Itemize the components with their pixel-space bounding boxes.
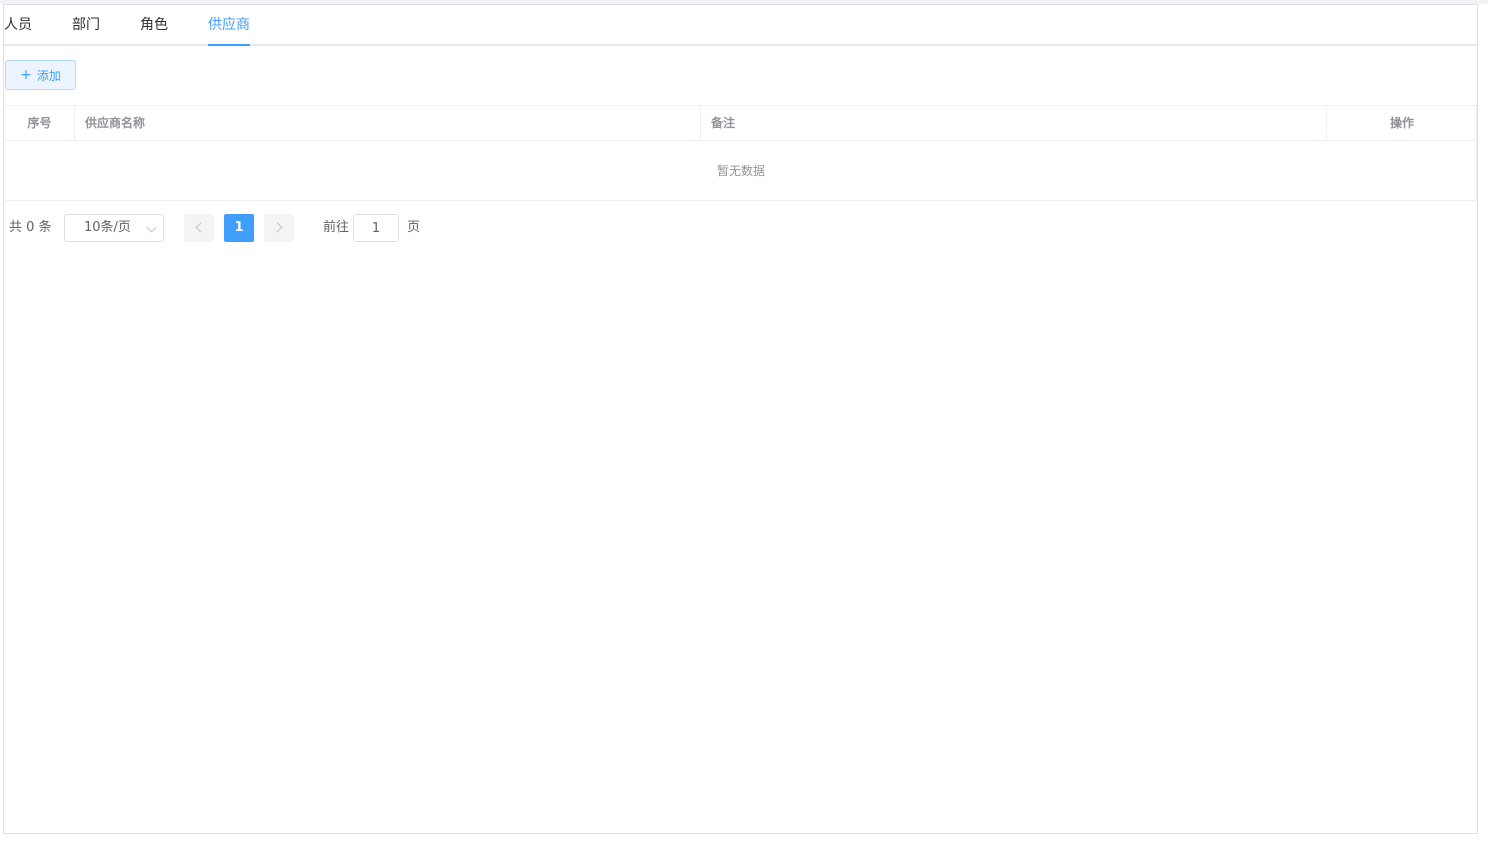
- column-header-supplier-name: 供应商名称: [75, 106, 701, 140]
- chevron-left-icon: [195, 222, 206, 233]
- total-count: 共 0 条: [9, 220, 52, 235]
- prev-page-button[interactable]: [184, 214, 214, 242]
- page-number-current[interactable]: 1: [224, 214, 254, 242]
- supplier-table: 序号 供应商名称 备注 操作 暂无数据: [5, 105, 1477, 201]
- tab-personnel[interactable]: 人员: [4, 5, 32, 44]
- tab-suppliers[interactable]: 供应商: [208, 5, 250, 44]
- add-button-label: 添加: [36, 68, 61, 83]
- table-header: 序号 供应商名称 备注 操作: [5, 105, 1477, 141]
- goto-page-input[interactable]: [353, 214, 399, 242]
- active-tab-indicator: [208, 44, 250, 46]
- tab-roles[interactable]: 角色: [140, 5, 168, 44]
- column-header-remarks: 备注: [701, 106, 1327, 140]
- column-header-index: 序号: [5, 106, 75, 140]
- goto-suffix: 页: [407, 220, 421, 235]
- table-empty-state: 暂无数据: [5, 141, 1477, 201]
- add-button[interactable]: + 添加: [5, 60, 76, 90]
- tab-bar: 人员 部门 角色 供应商: [4, 5, 1477, 46]
- page-size-select[interactable]: 10条/页: [64, 214, 164, 242]
- next-page-button[interactable]: [264, 214, 294, 242]
- plus-icon: +: [20, 67, 32, 83]
- column-header-actions: 操作: [1389, 116, 1414, 130]
- table-border: [1476, 105, 1477, 201]
- chevron-down-icon: [146, 222, 157, 233]
- goto-label: 前往: [323, 220, 350, 235]
- supplier-panel: 人员 部门 角色 供应商 + 添加 序号 供应商名称 备注 操作 暂无数据 共 …: [3, 4, 1478, 834]
- chevron-right-icon: [272, 222, 283, 233]
- tab-departments[interactable]: 部门: [72, 5, 100, 44]
- page-size-value: 10条/页: [84, 220, 131, 235]
